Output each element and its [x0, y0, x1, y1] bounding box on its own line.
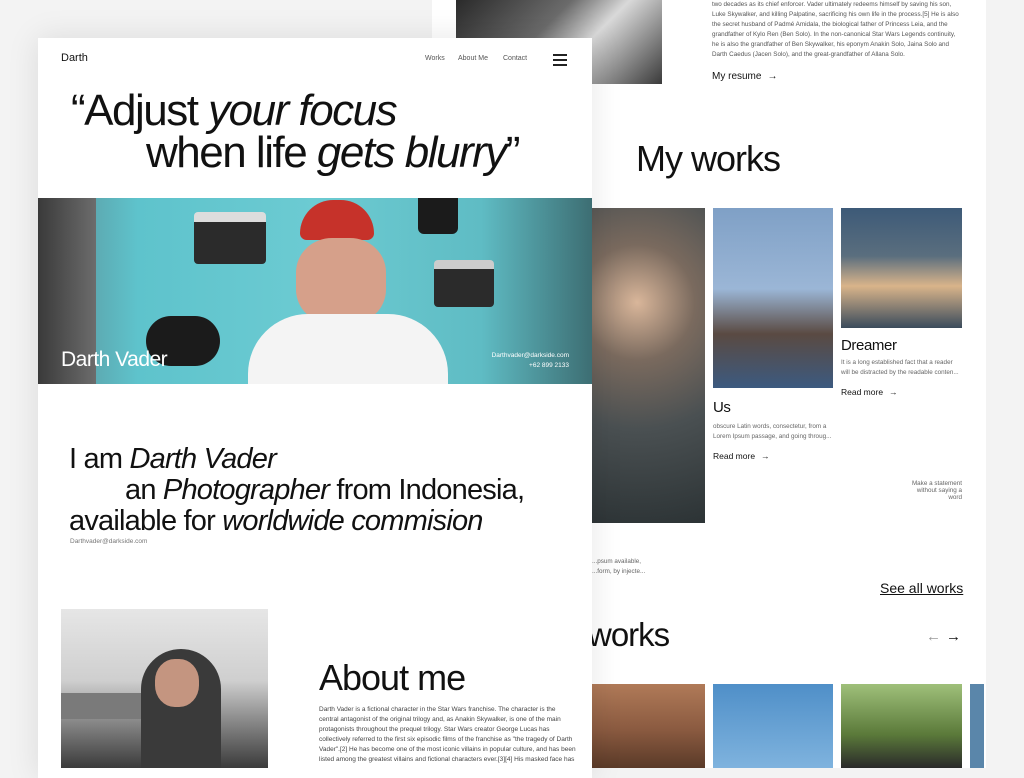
resume-link[interactable]: My resume → [712, 71, 777, 82]
bio-text: two decades as its chief enforcer. Vader… [712, 0, 980, 60]
read-more-label: Read more [841, 387, 884, 397]
intro-emphasis: Photographer [162, 474, 330, 506]
intro-line1: I am Darth Vader [69, 443, 277, 475]
about-line: Darth Vader is a fictional character in … [319, 706, 556, 713]
card-us-desc: obscure Latin words, consectetur, from a… [713, 422, 835, 442]
statement-text: Make a statement without saying a word [880, 480, 962, 501]
hamburger-menu-icon[interactable] [553, 54, 567, 66]
card-desc-line: Lorem Ipsum passage, and going throug... [713, 433, 832, 440]
nav-about-link[interactable]: About Me [458, 55, 488, 62]
about-title: About me [319, 657, 466, 698]
about-line: central antagonist of the original trilo… [319, 716, 561, 723]
intro-line3: available for worldwide commision [69, 506, 483, 537]
read-more-us-link[interactable]: Read more → [713, 451, 770, 461]
card-desc-line: It is a long established fact that a rea… [841, 359, 953, 366]
see-all-works-link[interactable]: See all works [880, 580, 963, 596]
about-line: listed among the greatest villains and f… [319, 756, 575, 763]
eye-photo [592, 684, 705, 768]
hero-quote-line1: “Adjust your focus [71, 89, 398, 133]
partial-line: ...form, by injecte... [592, 568, 646, 575]
about-photo [61, 609, 268, 768]
intro-line2: an Photographer from Indonesia, [125, 474, 525, 506]
hero-phone: +62 899 2133 [529, 362, 569, 369]
hero-photo: Darth Vader Darthvader@darkside.com +62 … [38, 198, 592, 384]
hero-quote-line2: when life gets blurry” [146, 131, 520, 175]
arrow-right-icon: → [761, 451, 770, 461]
card-dreamer-title: Dreamer [841, 337, 897, 354]
face [296, 238, 386, 324]
red-beanie [300, 200, 374, 240]
partial-line: ...psum available, [592, 558, 642, 565]
lens-top [418, 198, 458, 234]
dreamer-photo [841, 208, 962, 328]
intro-text: I am [69, 443, 130, 475]
about-text: Darth Vader is a fictional character in … [319, 705, 579, 765]
girl-photo [841, 684, 962, 768]
card-dreamer-desc: It is a long established fact that a rea… [841, 358, 963, 378]
card-desc-line: obscure Latin words, consectetur, from a [713, 423, 827, 430]
intro-emphasis: Darth Vader [129, 443, 276, 475]
arrow-right-icon: → [889, 387, 898, 397]
sky-photo [713, 684, 833, 768]
card-us-title: Us [713, 399, 731, 416]
arrow-right-icon: → [767, 71, 778, 82]
intro-text: from Indonesia, [329, 474, 525, 506]
intro-text: an [125, 474, 163, 506]
read-more-dreamer-link[interactable]: Read more → [841, 387, 898, 397]
person-face [155, 659, 199, 707]
about-line: Vader".[2] He has become one of the most… [319, 746, 576, 753]
works-section-2-title: works [588, 616, 670, 653]
front-page: Darth Works About Me Contact “Adjust you… [38, 38, 592, 778]
nav-works-link[interactable]: Works [425, 55, 445, 62]
quote-emphasis: gets blurry [316, 128, 507, 177]
bio-line: Luke Skywalker, and killing Palpatine, s… [712, 11, 959, 18]
statement-line: without saying a [916, 487, 962, 494]
bio-line: he is also the grandfather of Ben Skywal… [712, 41, 949, 48]
bio-line: the secret husband of Padmé Amidala, the… [712, 21, 948, 28]
edge-photo [970, 684, 984, 768]
works-title: My works [636, 138, 781, 179]
resume-label: My resume [712, 71, 762, 82]
quote-text: when life [146, 128, 317, 177]
bio-line: two decades as its chief enforcer. Vader… [712, 1, 952, 8]
bath-photo [592, 208, 705, 523]
intro-email[interactable]: Darthvader@darkside.com [70, 538, 147, 545]
card-desc-line: will be distracted by the readable conte… [841, 369, 959, 376]
quote-text: ” [505, 128, 521, 177]
bio-line: grandfather of Kylo Ren (Ben Solo). In t… [712, 31, 956, 38]
statement-line: word [948, 494, 962, 501]
partial-desc: ...psum available, ...form, by injecte..… [592, 557, 692, 577]
us-photo [713, 208, 833, 388]
intro-emphasis: worldwide commision [222, 505, 483, 537]
intro-text: available for [69, 505, 223, 537]
read-more-label: Read more [713, 451, 756, 461]
about-line: collectively referred to the first six e… [319, 736, 573, 743]
arrow-right-button[interactable]: → [946, 628, 961, 645]
brand-logo[interactable]: Darth [61, 52, 88, 64]
white-shirt [248, 314, 448, 384]
about-line: protagonists throughout the prequel tril… [319, 726, 550, 733]
camera-right [434, 260, 494, 307]
bio-line: Darth Caedus (Jacen Solo), and the great… [712, 51, 905, 58]
arrow-left-button[interactable]: ← [926, 628, 941, 645]
hero-email[interactable]: Darthvader@darkside.com [478, 352, 569, 359]
statement-line: Make a statement [911, 480, 962, 487]
nav-contact-link[interactable]: Contact [503, 55, 527, 62]
camera-left [194, 212, 266, 264]
hero-name: Darth Vader [61, 348, 168, 371]
